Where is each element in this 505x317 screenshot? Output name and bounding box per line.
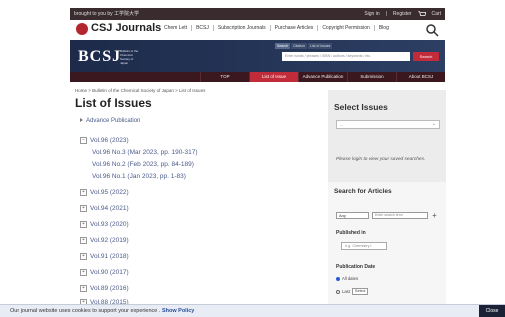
brought-by-text: brought to you by 工学院大学 (74, 11, 140, 17)
sign-in-link[interactable]: Sign in (364, 8, 379, 20)
volume-item[interactable]: − Vol.96 (2023) (80, 137, 129, 144)
advance-publication-link[interactable]: Advance Publication (80, 118, 140, 124)
expand-icon[interactable]: + (80, 221, 87, 228)
page: brought to you by 工学院大学 Sign in | Regist… (0, 0, 505, 317)
nav-link-purchase[interactable]: Purchase Articles (269, 25, 318, 31)
expand-icon[interactable]: + (80, 253, 87, 260)
top-strip: brought to you by 工学院大学 Sign in | Regist… (70, 8, 445, 20)
register-link[interactable]: Register (393, 8, 412, 20)
close-cookie-button[interactable]: Close (479, 305, 505, 317)
tab-top[interactable]: TOP (200, 72, 249, 82)
published-in-input[interactable]: e.g. Chemistry l (341, 242, 387, 250)
issue-link[interactable]: Vol.96 No.1 (Jan 2023, pp. 1-83) (92, 173, 186, 180)
login-note[interactable]: Please login to view your saved searches… (336, 156, 440, 163)
csj-logo-icon[interactable] (76, 23, 88, 35)
field-select[interactable]: Any (336, 212, 369, 219)
volume-item[interactable]: + Vol.90 (2017) (80, 269, 129, 276)
volume-item[interactable]: + Vol.92 (2019) (80, 237, 129, 244)
journal-links: Chem Lett BCSJ Subscription Journals Pur… (160, 25, 393, 31)
last-option[interactable]: Last Select (336, 288, 369, 295)
chevron-down-icon: ⌄ (431, 121, 436, 127)
search-button[interactable]: Search (413, 52, 439, 61)
search-icon[interactable] (425, 23, 439, 37)
bcsj-banner: BCSJ Bulletin of the Chemical Society of… (70, 40, 445, 72)
volume-item[interactable]: + Vol.91 (2018) (80, 253, 129, 260)
search-tabs: Search Citation List of Issues (275, 43, 333, 49)
bcsj-subtitle: Bulletin of the Chemical Society of Japa… (120, 49, 139, 65)
add-field-icon[interactable]: + (430, 211, 439, 220)
nav-link-chem-lett[interactable]: Chem Lett (160, 25, 191, 31)
search-tab-search[interactable]: Search (275, 43, 291, 49)
collapse-icon[interactable]: − (80, 137, 87, 144)
cookie-banner: Our journal website uses cookies to supp… (0, 304, 505, 317)
volume-item[interactable]: + Vol.93 (2020) (80, 221, 129, 228)
select-issues-title: Select Issues (334, 102, 388, 112)
bcsj-logo[interactable]: BCSJ (78, 48, 121, 66)
search-term-input[interactable]: Enter search term (372, 212, 428, 219)
triangle-right-icon (80, 118, 83, 122)
journal-nav: CSJ Journals Chem Lett BCSJ Subscription… (70, 20, 445, 41)
publication-date-label: Publication Date (336, 264, 376, 270)
show-policy-link[interactable]: Show Policy (162, 308, 194, 314)
nav-link-bcsj[interactable]: BCSJ (191, 25, 213, 31)
account-links: Sign in | Register Cart (364, 8, 441, 20)
tab-list-of-issue[interactable]: List of Issue (249, 72, 298, 82)
issue-link[interactable]: Vol.96 No.3 (Mar 2023, pp. 190-317) (92, 149, 198, 156)
cart-icon[interactable] (417, 11, 426, 17)
nav-link-blog[interactable]: Blog (373, 25, 393, 31)
sidebar: Select Issues -- ⌄ Please login to view … (328, 90, 446, 310)
expand-icon[interactable]: + (80, 269, 87, 276)
expand-icon[interactable]: + (80, 189, 87, 196)
volume-item[interactable]: + Vol.94 (2021) (80, 205, 129, 212)
cart-link[interactable]: Cart (432, 8, 441, 20)
radio-unselected[interactable] (336, 289, 340, 294)
all-dates-option[interactable]: All dates (336, 276, 358, 281)
volume-item[interactable]: + Vol.95 (2022) (80, 189, 129, 196)
tab-advance-publication[interactable]: Advance Publication (298, 72, 347, 82)
nav-link-copyright[interactable]: Copyright Permission (317, 25, 374, 31)
page-title: List of Issues (75, 96, 152, 110)
issue-select[interactable]: -- ⌄ (336, 120, 440, 129)
divider: | (385, 11, 387, 17)
search-tab-citation[interactable]: Citation (291, 43, 307, 49)
tab-about-bcsj[interactable]: About BCSJ (396, 72, 445, 82)
nav-link-subscription[interactable]: Subscription Journals (212, 25, 270, 31)
expand-icon[interactable]: + (80, 237, 87, 244)
published-in-label: Published in (336, 230, 366, 236)
cookie-text: Our journal website uses cookies to supp… (10, 308, 195, 314)
last-period-select[interactable]: Select (351, 288, 369, 295)
volume-item[interactable]: + Vol.89 (2016) (80, 285, 129, 292)
tab-submission[interactable]: Submission (347, 72, 396, 82)
radio-selected[interactable] (336, 276, 340, 281)
issue-link[interactable]: Vol.96 No.2 (Feb 2023, pp. 84-189) (92, 161, 194, 168)
expand-icon[interactable]: + (80, 285, 87, 292)
search-articles-title: Search for Articles (334, 188, 392, 195)
search-tab-list[interactable]: List of Issues (307, 43, 333, 49)
search-input[interactable]: Enter words / phrases / ISBN / authors /… (282, 52, 410, 61)
breadcrumb[interactable]: Home > Bulletin of the Chemical Society … (75, 88, 205, 93)
main-tabs: TOP List of Issue Advance Publication Su… (70, 72, 445, 82)
expand-icon[interactable]: + (80, 205, 87, 212)
csj-journals-logo[interactable]: CSJ Journals (91, 22, 161, 34)
